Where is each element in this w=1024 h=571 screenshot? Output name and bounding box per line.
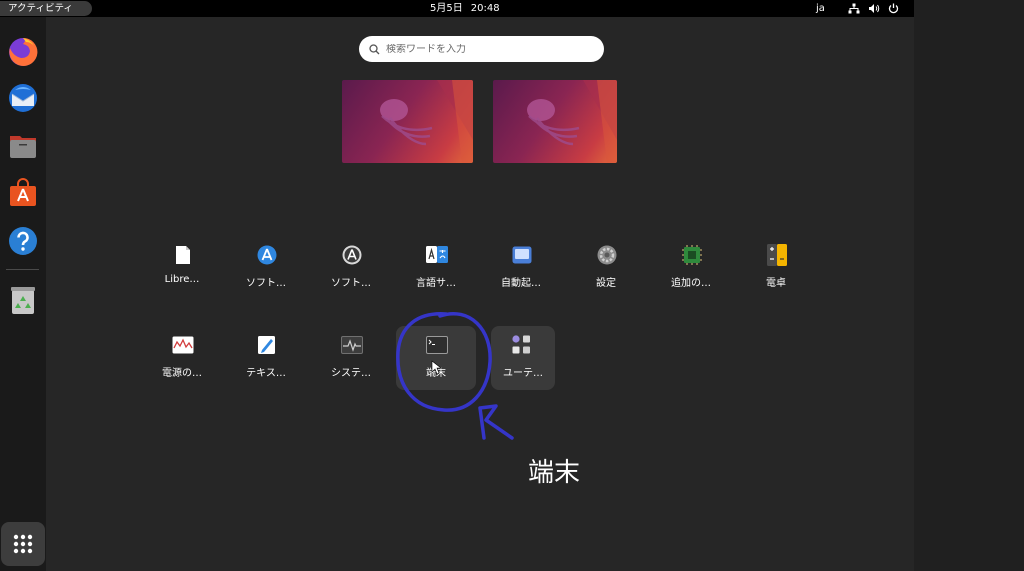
utilities-folder-icon [511, 334, 533, 356]
app-label: 自動起… [501, 278, 541, 289]
app-settings[interactable]: 設定 [566, 236, 646, 300]
app-software[interactable]: ソフト… [226, 236, 306, 300]
dock [0, 17, 46, 571]
search-bar[interactable] [359, 36, 604, 62]
system-monitor-icon [341, 334, 363, 356]
dock-app-center[interactable] [4, 174, 42, 212]
app-label: 追加の… [671, 278, 711, 289]
clock-time: 20:48 [470, 3, 500, 14]
clock-date: 5月5日 [430, 3, 463, 14]
startup-icon [511, 244, 533, 266]
annotation-arrow [478, 404, 514, 440]
calculator-icon [766, 244, 788, 266]
screen-margin [914, 0, 1024, 571]
trash-icon [11, 287, 35, 314]
app-label: システ… [331, 368, 371, 379]
jellyfish-wallpaper [380, 80, 473, 163]
help-icon [9, 227, 37, 255]
app-label: 言語サ… [416, 278, 456, 289]
app-language-support[interactable]: 言語サ… [396, 236, 476, 300]
firefox-icon [9, 37, 38, 66]
app-text-editor[interactable]: テキス… [226, 326, 306, 390]
workspace-thumbnail-1[interactable] [342, 80, 473, 163]
terminal-icon [426, 334, 448, 356]
activities-button[interactable]: アクティビティ [0, 1, 92, 16]
language-icon [426, 244, 448, 266]
app-calculator[interactable]: 電卓 [736, 236, 816, 300]
dock-files[interactable] [4, 127, 42, 165]
text-editor-icon [256, 334, 278, 356]
app-system-monitor[interactable]: システ… [311, 326, 391, 390]
network-icon [848, 3, 860, 14]
volume-icon [869, 4, 880, 13]
jellyfish-wallpaper [527, 80, 617, 163]
app-label: Libre… [164, 274, 200, 285]
dock-help[interactable] [4, 222, 42, 260]
app-label: 電源の… [162, 368, 202, 379]
software-updater-icon [341, 244, 363, 266]
software-icon [256, 244, 278, 266]
app-label: ユーテ… [503, 368, 543, 379]
search-input[interactable] [386, 43, 586, 55]
grid-icon [13, 534, 33, 554]
app-terminal[interactable]: 端末 [396, 326, 476, 390]
clock[interactable]: 5月5日 20:48 [430, 0, 508, 17]
app-startup-applications[interactable]: 自動起… [481, 236, 561, 300]
document-icon [172, 244, 194, 266]
system-tray[interactable] [848, 0, 899, 17]
app-software-updater[interactable]: ソフト… [311, 236, 391, 300]
app-center-icon [10, 178, 36, 206]
app-label: ソフト… [246, 278, 286, 289]
app-label: テキス… [246, 368, 286, 379]
dock-thunderbird[interactable] [4, 79, 42, 117]
app-label: ソフト… [331, 278, 371, 289]
app-folder-utilities[interactable]: ユーテ… [491, 326, 555, 390]
dock-firefox[interactable] [4, 33, 42, 71]
thunderbird-icon [9, 84, 37, 112]
app-label: 設定 [596, 278, 616, 289]
desktop-overview: アクティビティ 5月5日 20:48 ja 検索ワードを入力 Libre… ソフ… [0, 0, 1024, 571]
power-stats-icon [172, 334, 194, 356]
top-bar: アクティビティ 5月5日 20:48 ja [0, 0, 914, 17]
workspace-thumbnail-2[interactable] [493, 80, 617, 163]
power-icon [888, 3, 899, 14]
annotation-label: 端末 [528, 458, 581, 488]
files-icon [10, 136, 36, 158]
app-additional-drivers[interactable]: 追加の… [651, 236, 731, 300]
search-icon [369, 43, 380, 54]
input-language-indicator[interactable]: ja [816, 0, 825, 17]
chip-icon [681, 244, 703, 266]
dock-separator [6, 269, 39, 270]
app-power-statistics[interactable]: 電源の… [142, 326, 222, 390]
dock-trash[interactable] [4, 281, 42, 319]
app-label: 電卓 [766, 278, 786, 289]
app-label: 端末 [426, 368, 446, 379]
show-applications-button[interactable] [1, 522, 45, 566]
settings-icon [596, 244, 618, 266]
app-libreoffice[interactable]: Libre… [142, 236, 222, 300]
